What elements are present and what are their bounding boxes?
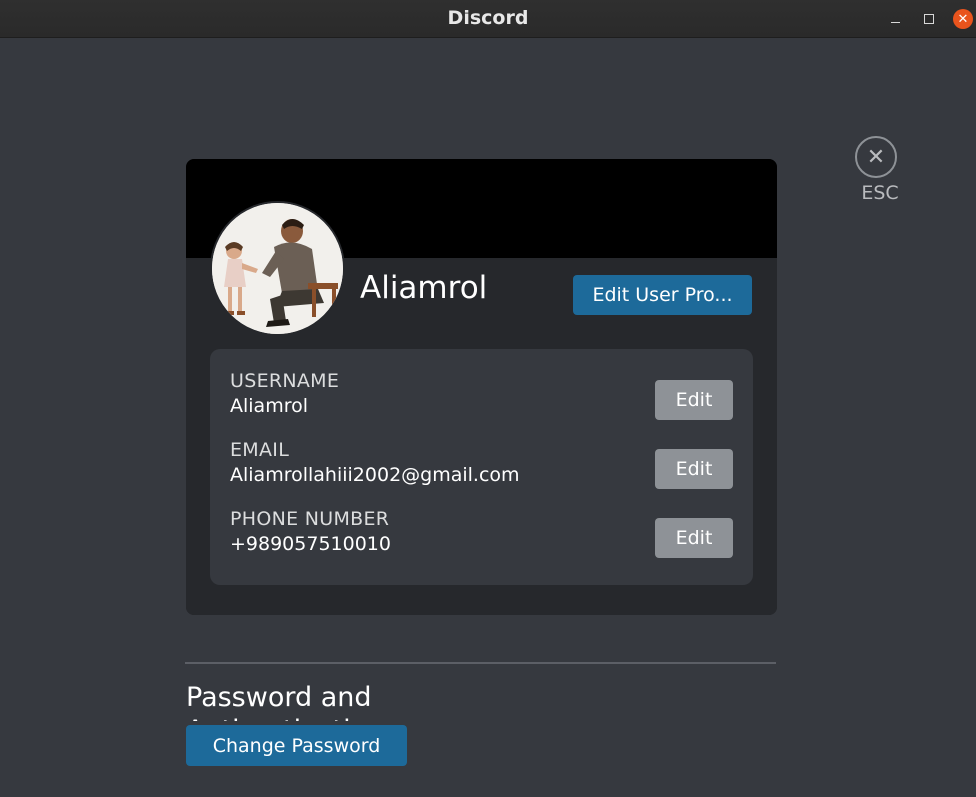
change-password-button[interactable]: Change Password (186, 725, 407, 766)
esc-label: ESC (861, 182, 899, 204)
profile-display-name: Aliamrol (360, 270, 488, 306)
username-value: Aliamrol (230, 395, 309, 417)
avatar (210, 201, 345, 336)
window-title: Discord (447, 7, 529, 29)
section-divider (185, 662, 776, 664)
edit-username-button[interactable]: Edit (655, 380, 733, 420)
maximize-icon[interactable] (919, 9, 939, 29)
username-label: USERNAME (230, 370, 340, 392)
password-section-title: Password and Authentication (186, 682, 384, 721)
email-label: EMAIL (230, 439, 290, 461)
title-bar: Discord ✕ (0, 0, 976, 38)
edit-user-profile-button[interactable]: Edit User Pro... (573, 275, 752, 315)
phone-label: PHONE NUMBER (230, 508, 390, 530)
close-window-button[interactable]: ✕ (953, 9, 973, 29)
close-settings-icon[interactable]: ✕ (855, 136, 897, 178)
email-value: Aliamrollahiii2002@gmail.com (230, 464, 520, 486)
minimize-icon[interactable] (885, 9, 905, 29)
edit-email-button[interactable]: Edit (655, 449, 733, 489)
edit-phone-button[interactable]: Edit (655, 518, 733, 558)
avatar-photo-icon (212, 203, 343, 334)
phone-value: +989057510010 (230, 533, 391, 555)
